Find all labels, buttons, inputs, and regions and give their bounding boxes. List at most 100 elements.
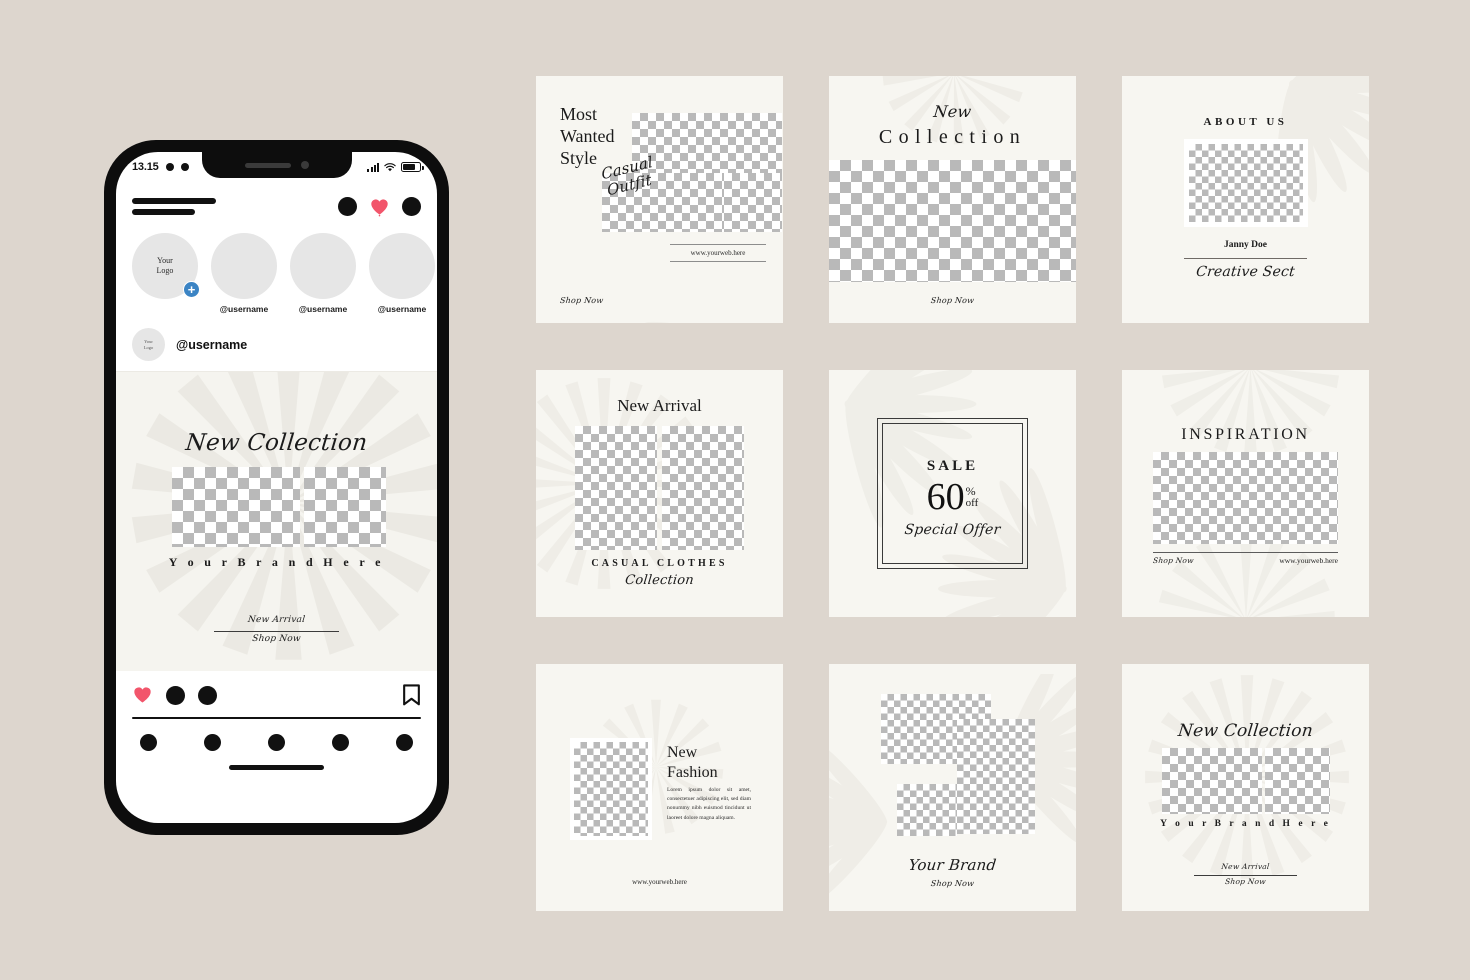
card-script-label: Special Offer [903,522,1002,538]
story-item[interactable]: @username [211,233,277,314]
phone-mockup: 13.15 Your Logo + @username @username @u… [104,140,449,835]
divider [1153,552,1338,553]
brand-logo-lines [132,198,216,215]
status-dot-icon [180,163,189,171]
discount-value: 60 % off [829,478,1076,516]
shop-now-link[interactable]: Shop Now [560,296,604,305]
card-most-wanted-style[interactable]: Most Wanted Style Casual Outfit www.yourweb… [536,76,783,323]
placeholder-image-right [1265,748,1330,814]
post-placeholder-image-right [304,467,386,547]
stories-row: Your Logo + @username @username @username [116,223,437,318]
website-url[interactable]: www.yourweb.here [536,878,783,886]
story-item[interactable]: @username [290,233,356,314]
placeholder-image [570,738,652,840]
cta-new-arrival[interactable]: New Arrival [1122,862,1369,871]
status-time: 13.15 [132,161,159,173]
card-new-collection[interactable]: New Collection Shop Now [829,76,1076,323]
card-title: ABOUT US [1203,116,1288,128]
heart-icon[interactable] [369,196,390,217]
app-header [116,182,437,223]
website-url[interactable]: www.yourweb.here [670,244,766,262]
card-your-brand[interactable]: Your Brand Shop Now [829,664,1076,911]
placeholder-image-right [957,719,1035,834]
shop-now-link[interactable]: Shop Now [829,296,1076,305]
bottom-navbar [116,719,437,761]
post-username[interactable]: @username [176,338,247,352]
heart-icon[interactable] [132,685,153,706]
post-image: New Collection Y o u r B r a n d H e r e… [116,371,437,671]
story-avatar[interactable] [211,233,277,299]
shop-now-link[interactable]: Shop Now [829,879,1076,888]
card-script-label: New Collection [1177,721,1314,741]
comment-dot-icon[interactable] [166,685,185,705]
card-title: INSPIRATION [1181,426,1310,443]
placeholder-image-left [575,426,657,550]
post-cta-divider [214,631,339,632]
post-brand-text: Y o u r B r a n d H e r e [168,555,385,569]
status-bar: 13.15 [116,152,437,182]
story-username: @username [298,304,348,314]
reels-dot-icon[interactable] [268,734,285,751]
avatar-logo-label: Your Logo [143,338,154,350]
website-url[interactable]: www.yourweb.here [1279,556,1338,565]
signal-bars-icon [367,162,379,172]
status-left: 13.15 [132,161,189,173]
placeholder-image-bottom [897,784,957,836]
sunburst-decor-icon [1158,370,1343,459]
card-script-label: Collection [624,573,695,588]
story-item[interactable]: @username [369,233,435,314]
divider [1184,258,1307,259]
story-item-your-logo[interactable]: Your Logo + [132,233,200,314]
status-right [367,162,424,172]
shop-now-link[interactable]: Shop Now [1122,877,1369,886]
card-title: Collection [878,126,1027,148]
search-dot-icon[interactable] [204,734,221,751]
poster-mockup-canvas: 13.15 Your Logo + @username @username @u… [0,0,1470,980]
messenger-dot-icon[interactable] [338,197,357,216]
post-placeholder-image-left [172,467,300,547]
card-new-fashion[interactable]: New Fashion Lorem ipsum dolor sit amet, c… [536,664,783,911]
post-actions [116,671,437,715]
card-body-text: Lorem ipsum dolor sit amet, consectetuer… [667,787,751,821]
shop-dot-icon[interactable] [332,734,349,751]
placeholder-image-right [724,173,782,232]
card-script-label: Creative Sect [1195,264,1296,280]
card-inspiration[interactable]: INSPIRATION Shop Now www.yourweb.here [1122,370,1369,617]
post-cta-new-arrival[interactable]: New Arrival [116,615,437,625]
profile-dot-icon[interactable] [402,197,421,216]
placeholder-image [1153,452,1338,544]
discount-suffix: % off [966,485,979,509]
card-subtitle: CASUAL CLOTHES [591,558,728,569]
sale-label: SALE [926,458,979,474]
add-story-button[interactable]: + [183,281,200,298]
placeholder-image-top [632,113,782,173]
card-title: Most Wanted Style [560,104,615,168]
card-about-us[interactable]: ABOUT US Janny Doe Creative Sect [1122,76,1369,323]
shop-now-link[interactable]: Shop Now [1153,556,1195,565]
home-dot-icon[interactable] [140,734,157,751]
post-actions-left [132,685,217,706]
avatar[interactable]: Your Logo [132,328,165,361]
discount-number: 60 [926,476,965,518]
card-new-collection-brand[interactable]: New Collection Y o u r B r a n d H e r e… [1122,664,1369,911]
post-script-title: New Collection [184,430,369,456]
story-avatar[interactable] [290,233,356,299]
cta-divider [1194,875,1297,876]
brand-text: Y o u r B r a n d H e r e [1160,819,1331,829]
story-logo-label: Your Logo [156,256,174,275]
off-label: off [965,496,979,509]
story-username: @username [219,304,269,314]
share-dot-icon[interactable] [198,685,217,705]
battery-icon [401,162,424,172]
story-avatar[interactable] [369,233,435,299]
bookmark-icon[interactable] [402,684,421,706]
post-user-row[interactable]: Your Logo @username [116,318,437,371]
brand-script-text: Your Brand [907,856,998,874]
card-title: New Fashion [667,744,718,781]
post-cta-shop-now[interactable]: Shop Now [116,634,437,644]
card-sale-60-off[interactable]: SALE 60 % off Special Offer [829,370,1076,617]
story-avatar[interactable]: Your Logo + [132,233,200,299]
card-title: New Arrival [617,396,702,415]
card-new-arrival[interactable]: New Arrival CASUAL CLOTHES Collection [536,370,783,617]
profile-dot-icon[interactable] [396,734,413,751]
